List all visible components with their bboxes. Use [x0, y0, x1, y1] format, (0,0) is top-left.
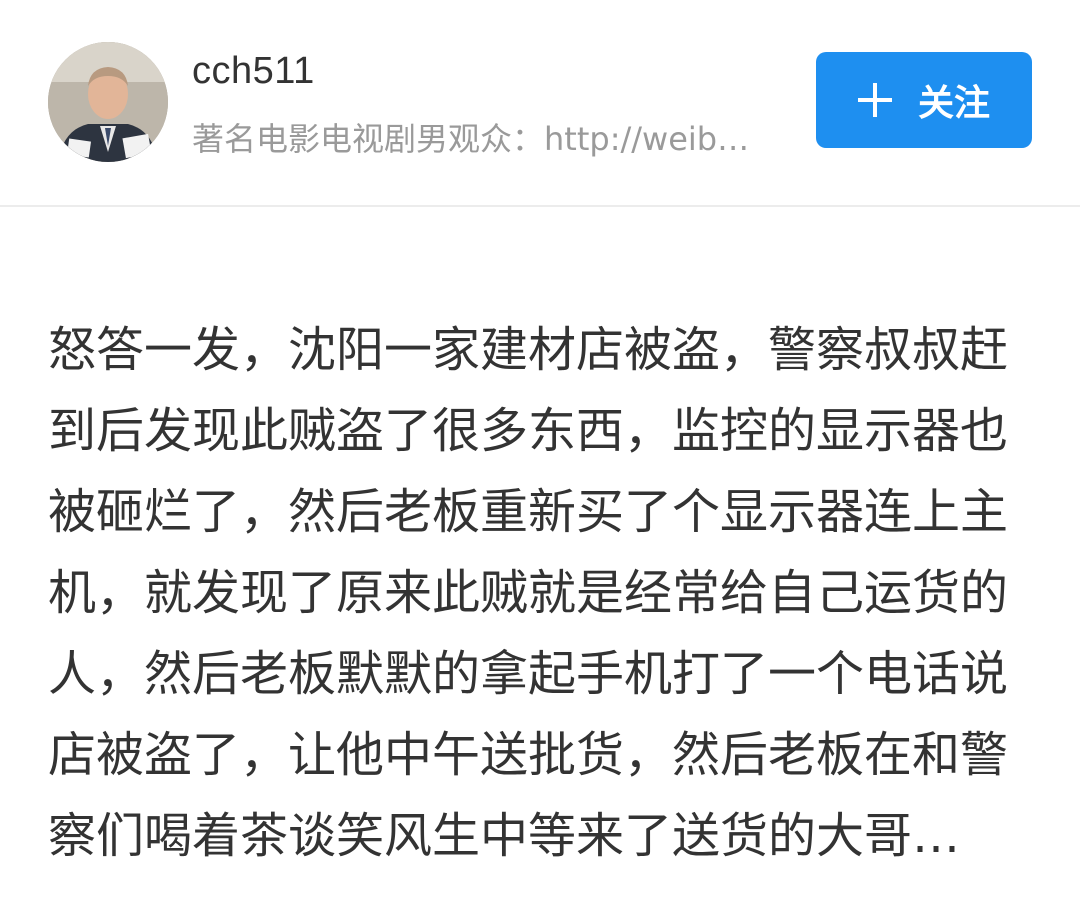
post-line: 被砸烂了，然后老板重新买了个显示器连上主 — [48, 484, 1009, 540]
profile-header: cch511 著名电影电视剧男观众：http://weib… 关注 — [0, 0, 1080, 207]
post-line: 店被盗了，让他中午送批货，然后老板在和警 — [48, 727, 1009, 783]
plus-icon — [857, 83, 892, 117]
post-line: 机，就发现了原来此贼就是经常给自己运货的 — [48, 565, 1009, 621]
post-line: 察们喝着茶谈笑风生中等来了送货的大哥… — [48, 808, 961, 864]
follow-button[interactable]: 关注 — [816, 52, 1032, 148]
post-line: 人，然后老板默默的拿起手机打了一个电话说 — [48, 646, 1009, 702]
follow-label: 关注 — [917, 83, 990, 124]
post-line: 到后发现此贼盗了很多东西，监控的显示器也 — [48, 403, 1009, 459]
post-text[interactable]: 怒答一发，沈阳一家建材店被盗，警察叔叔赶 到后发现此贼盗了很多东西，监控的显示器… — [48, 310, 1018, 877]
user-avatar-icon — [48, 42, 168, 162]
avatar[interactable] — [48, 42, 168, 162]
post-line: 怒答一发，沈阳一家建材店被盗，警察叔叔赶 — [48, 322, 1009, 378]
user-bio: 著名电影电视剧男观众：http://weib… — [192, 120, 750, 158]
username[interactable]: cch511 — [192, 50, 315, 93]
